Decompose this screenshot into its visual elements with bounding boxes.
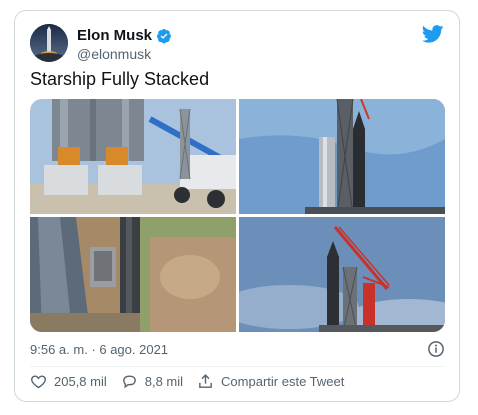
twitter-bird-icon[interactable]	[422, 25, 444, 43]
info-icon[interactable]	[427, 340, 445, 358]
share-icon	[199, 374, 212, 388]
like-button[interactable]: 205,8 mil	[30, 373, 107, 390]
reply-bubble-icon	[122, 375, 136, 389]
reply-count: 8,8 mil	[144, 374, 184, 389]
like-count: 205,8 mil	[54, 374, 107, 389]
author-handle[interactable]: @elonmusk	[77, 46, 151, 62]
author-name[interactable]: Elon Musk	[77, 27, 152, 44]
tweet-timestamp[interactable]: 9:56 a. m. · 6 ago. 2021	[30, 342, 168, 357]
verified-badge-icon	[157, 28, 172, 43]
share-button[interactable]: Compartir este Tweet	[197, 373, 344, 390]
photo-stack-tower[interactable]	[239, 99, 445, 214]
heart-icon	[31, 375, 46, 389]
photo-booster-base[interactable]	[30, 99, 236, 214]
photo-aerial-view[interactable]	[30, 217, 236, 332]
tweet-text: Starship Fully Stacked	[30, 69, 210, 89]
avatar[interactable]	[30, 24, 68, 62]
photo-crane-stack[interactable]	[239, 217, 445, 332]
reply-button[interactable]: 8,8 mil	[121, 373, 183, 390]
tweet-card[interactable]: Elon Musk @elonmusk Starship Fully Stack…	[14, 10, 460, 402]
divider	[30, 366, 444, 367]
media-grid	[30, 99, 445, 332]
action-bar: 205,8 mil 8,8 mil Compartir este Tweet	[30, 373, 358, 390]
share-label: Compartir este Tweet	[221, 374, 345, 389]
